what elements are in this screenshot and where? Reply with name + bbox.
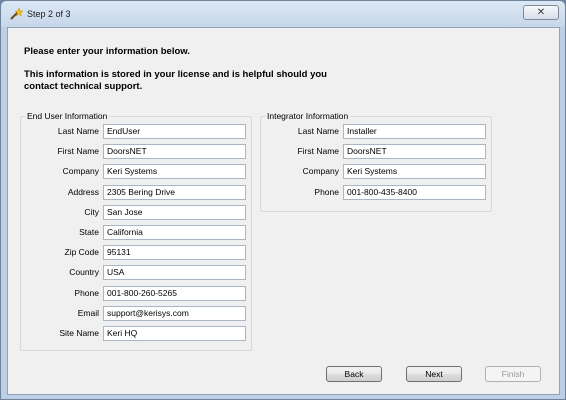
company-field[interactable]: Keri Systems [343,164,486,180]
state-field[interactable]: California [103,225,246,240]
country-field[interactable]: USA [103,265,246,281]
city-field[interactable]: San Jose [103,204,246,220]
end-user-row-company: Company Keri Systems [21,164,251,180]
first-name-label: First Name [297,146,339,157]
first-name-field[interactable]: DoorsNET [103,144,246,160]
company-label: Company [62,166,99,177]
last-name-field[interactable]: Installer [343,124,486,139]
company-label: Company [302,166,339,177]
end-user-row-address: Address 2305 Bering Drive [21,184,251,200]
zip-code-label: Zip Code [64,247,100,258]
phone-field[interactable]: 001-800-435-8400 [343,184,486,200]
end-user-row-city: City San Jose [21,204,251,220]
address-field[interactable]: 2305 Bering Drive [103,184,246,200]
integrator-group: Integrator Information Last Name Installe… [260,111,492,212]
title-bar[interactable]: Step 2 of 3 ✕ [1,1,565,27]
country-label: Country [69,267,99,278]
close-button[interactable]: ✕ [523,5,559,20]
email-label: Email [77,307,99,318]
last-name-label: Last Name [297,126,339,136]
end-user-row-first-name: First Name DoorsNET [21,144,251,160]
last-name-field[interactable]: EndUser [103,124,246,139]
finish-button[interactable]: Finish [485,366,541,382]
end-user-group: End User Information Last Name EndUser Fir… [20,111,252,351]
state-label: State [79,227,99,237]
intro-heading: Please enter your information below. [24,46,190,57]
integrator-group-title: Integrator Information [265,111,351,121]
company-field[interactable]: Keri Systems [103,164,246,180]
end-user-row-last-name: Last Name EndUser [21,124,251,139]
wizard-content: Please enter your information below. Thi… [7,27,560,395]
wand-icon [10,7,23,20]
first-name-label: First Name [57,146,99,157]
next-button[interactable]: Next [406,366,462,382]
integrator-row-phone: Phone 001-800-435-8400 [261,184,491,200]
integrator-row-company: Company Keri Systems [261,164,491,180]
wizard-window: Step 2 of 3 ✕ Please enter your informat… [0,0,566,400]
intro-description: This information is stored in your licen… [24,69,327,92]
end-user-row-site-name: Site Name Keri HQ [21,326,251,341]
back-button[interactable]: Back [326,366,382,382]
zip-code-field[interactable]: 95131 [103,245,246,261]
phone-field[interactable]: 001-800-260-5265 [103,285,246,301]
end-user-row-phone: Phone 001-800-260-5265 [21,285,251,301]
email-field[interactable]: support@kerisys.com [103,305,246,321]
city-label: City [84,206,99,217]
integrator-row-last-name: Last Name Installer [261,124,491,139]
end-user-row-state: State California [21,225,251,240]
address-label: Address [67,186,99,197]
integrator-row-first-name: First Name DoorsNET [261,144,491,160]
window-title: Step 2 of 3 [27,9,71,19]
phone-label: Phone [314,186,339,197]
last-name-label: Last Name [57,126,99,136]
site-name-label: Site Name [59,328,99,338]
close-icon: ✕ [536,6,546,18]
end-user-row-zip-code: Zip Code 95131 [21,245,251,261]
phone-label: Phone [74,287,99,298]
end-user-group-title: End User Information [25,111,110,121]
site-name-field[interactable]: Keri HQ [103,326,246,341]
end-user-row-email: Email support@kerisys.com [21,305,251,321]
first-name-field[interactable]: DoorsNET [343,144,486,160]
end-user-row-country: Country USA [21,265,251,281]
